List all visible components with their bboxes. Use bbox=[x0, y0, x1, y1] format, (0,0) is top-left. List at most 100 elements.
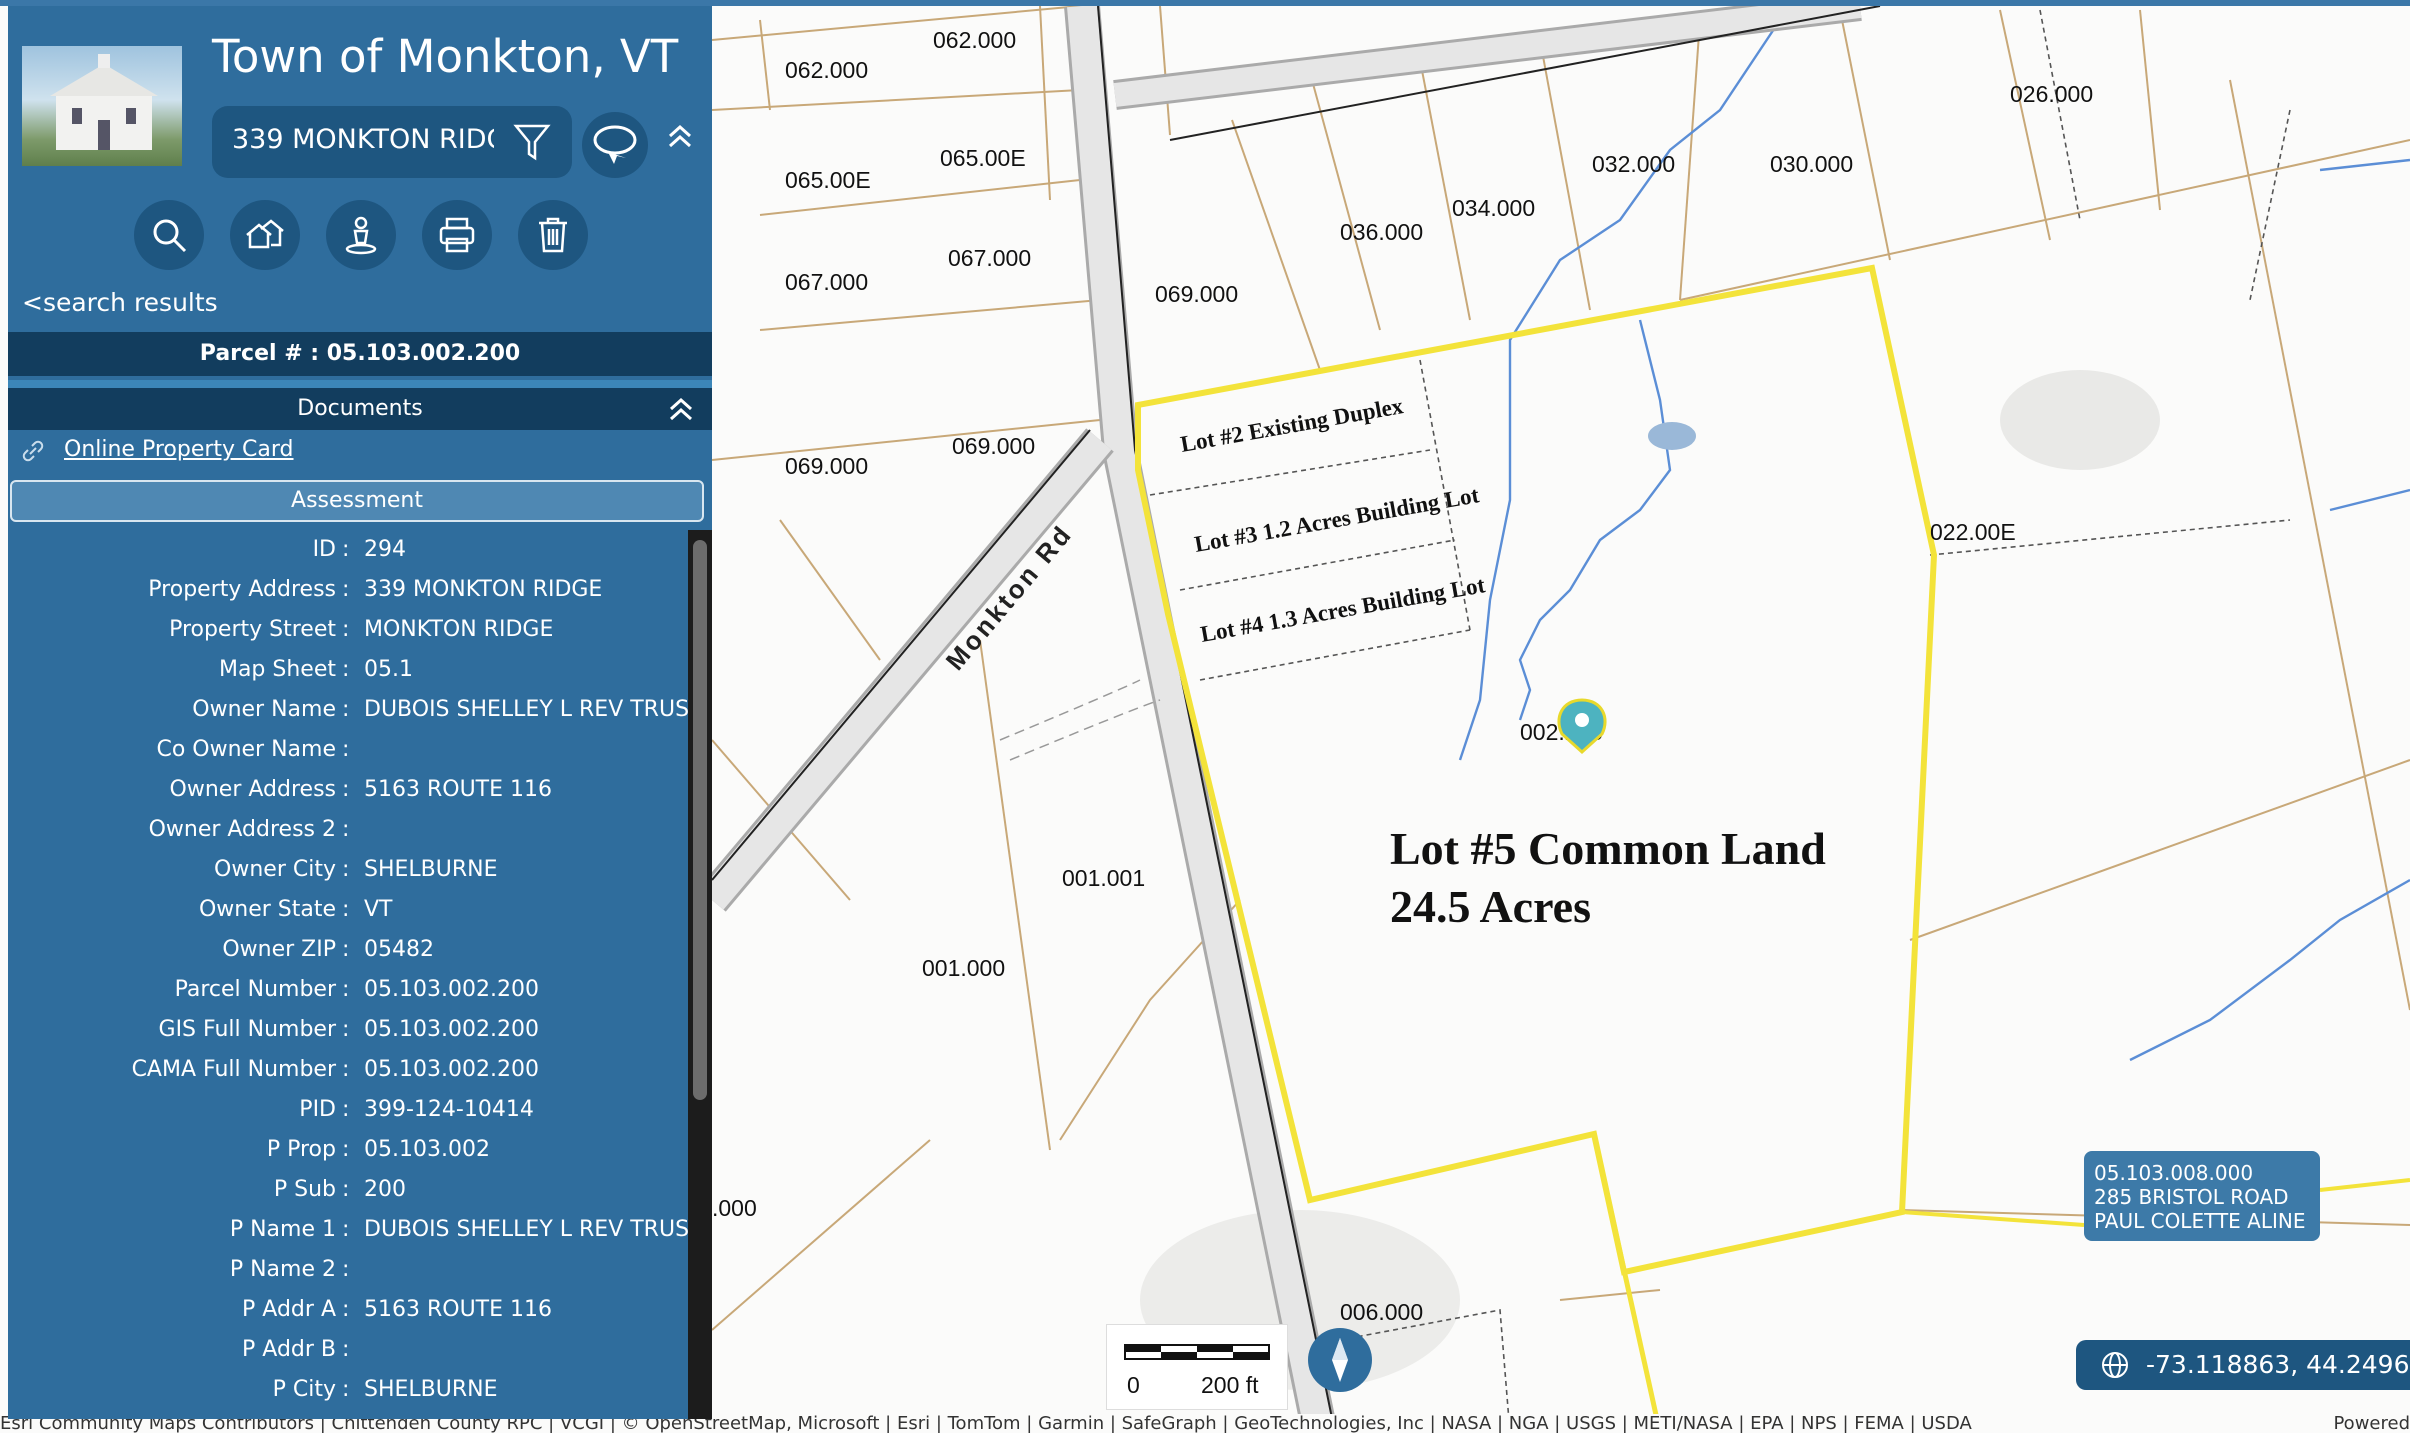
lot-labels: Lot #2 Existing Duplex Lot #3 1.2 Acres … bbox=[1179, 393, 1827, 932]
field-separator: : bbox=[342, 537, 350, 562]
hillshade bbox=[2000, 370, 2160, 470]
parcel-label: 069.000 bbox=[1155, 281, 1238, 307]
parcel-popup[interactable]: 05.103.008.000 285 BRISTOL ROAD PAUL COL… bbox=[2084, 1151, 2320, 1241]
assessment-row: P Addr A:5163 ROUTE 116 bbox=[8, 1290, 688, 1330]
parcel-highlight-line bbox=[2319, 1178, 2410, 1192]
field-separator: : bbox=[342, 1337, 350, 1362]
field-value: 399-124-10414 bbox=[364, 1097, 534, 1122]
field-label: P Addr A bbox=[242, 1297, 336, 1322]
field-label: Owner Address bbox=[169, 777, 336, 802]
lot5-label-line1: Lot #5 Common Land bbox=[1390, 823, 1826, 874]
lot-label: Lot #4 1.3 Acres Building Lot bbox=[1199, 572, 1488, 647]
parcel-label: 022.00E bbox=[1930, 519, 2016, 545]
field-value: 05482 bbox=[364, 937, 434, 962]
search-results-link[interactable]: <search results bbox=[22, 288, 218, 317]
field-value: DUBOIS SHELLEY L REV TRUST bbox=[364, 697, 703, 722]
coordinate-text: -73.118863, 44.249658 bbox=[2146, 1350, 2410, 1379]
field-label: P Prop bbox=[266, 1137, 336, 1162]
field-separator: : bbox=[342, 777, 350, 802]
assessment-row: ID:294 bbox=[8, 530, 688, 570]
assessment-row: Owner State: VT bbox=[8, 890, 688, 930]
parcel-label: 069.000 bbox=[785, 453, 868, 479]
field-separator: : bbox=[342, 1057, 350, 1082]
field-value: 200 bbox=[364, 1177, 406, 1202]
parcel-label: 067.000 bbox=[948, 245, 1031, 271]
lasso-icon bbox=[593, 125, 637, 164]
search-box[interactable]: 339 MONKTON RIDGE bbox=[212, 106, 572, 178]
field-value: SHELBURNE bbox=[364, 857, 498, 882]
field-label: CAMA Full Number bbox=[131, 1057, 336, 1082]
field-separator: : bbox=[342, 937, 350, 962]
lasso-select-button[interactable] bbox=[582, 112, 648, 178]
assessment-row: GIS Full Number:05.103.002.200 bbox=[8, 1010, 688, 1050]
assessment-row: Map Sheet:05.1 bbox=[8, 650, 688, 690]
filter-icon[interactable] bbox=[510, 120, 554, 164]
field-separator: : bbox=[342, 1297, 350, 1322]
field-label: Owner Address 2 bbox=[148, 817, 336, 842]
field-value: DUBOIS SHELLEY L REV TRUST bbox=[364, 1217, 703, 1242]
pond bbox=[1648, 422, 1696, 450]
parcel-label: 062.000 bbox=[785, 57, 868, 83]
field-label: Property Address bbox=[148, 577, 336, 602]
divider bbox=[8, 380, 712, 388]
assessment-row: Parcel Number:05.103.002.200 bbox=[8, 970, 688, 1010]
parcel-label: 065.00E bbox=[785, 167, 871, 193]
compass-button[interactable] bbox=[1308, 1328, 1372, 1392]
collapse-documents-icon[interactable] bbox=[668, 396, 694, 422]
field-label: ID bbox=[312, 537, 336, 562]
parcel-label: 065.00E bbox=[940, 145, 1026, 171]
printer-icon bbox=[439, 217, 475, 253]
trash-icon bbox=[539, 217, 567, 253]
property-button[interactable] bbox=[230, 200, 300, 270]
assessment-row: PID:399-124-10414 bbox=[8, 1090, 688, 1130]
powered-by-link[interactable]: Powered bbox=[2322, 1414, 2410, 1433]
field-separator: : bbox=[342, 657, 350, 682]
assessment-header[interactable]: Assessment bbox=[10, 480, 704, 522]
property-sidebar: Town of Monkton, VT 339 MONKTON RIDGE bbox=[8, 6, 712, 1419]
collapse-header-icon[interactable] bbox=[666, 122, 694, 150]
coordinate-readout[interactable]: -73.118863, 44.249658 bbox=[2076, 1340, 2410, 1390]
town-hall-building bbox=[50, 54, 158, 150]
field-separator: : bbox=[342, 697, 350, 722]
field-value: 339 MONKTON RIDGE bbox=[364, 577, 603, 602]
scrollbar[interactable] bbox=[688, 530, 712, 1419]
popup-address: 285 BRISTOL ROAD bbox=[2094, 1185, 2289, 1209]
popup-parcel-number: 05.103.008.000 bbox=[2094, 1161, 2254, 1185]
field-value: 05.103.002.200 bbox=[364, 1017, 539, 1042]
field-value: 294 bbox=[364, 537, 406, 562]
selected-parcel-boundary bbox=[1591, 1133, 1663, 1433]
search-input[interactable]: 339 MONKTON RIDGE bbox=[232, 124, 494, 155]
town-title: Town of Monkton, VT bbox=[212, 30, 679, 83]
assessment-row: Owner City: SHELBURNE bbox=[8, 850, 688, 890]
assessment-row: Owner ZIP:05482 bbox=[8, 930, 688, 970]
lot5-label-line2: 24.5 Acres bbox=[1390, 881, 1591, 932]
search-button[interactable] bbox=[134, 200, 204, 270]
field-separator: : bbox=[342, 1137, 350, 1162]
print-button[interactable] bbox=[422, 200, 492, 270]
person-location-icon bbox=[345, 216, 377, 255]
owner-button[interactable] bbox=[326, 200, 396, 270]
field-separator: : bbox=[342, 897, 350, 922]
field-value: 05.103.002.200 bbox=[364, 1057, 539, 1082]
assessment-row: Owner Address 2: bbox=[8, 810, 688, 850]
field-label: Property Street bbox=[169, 617, 336, 642]
field-label: Owner City bbox=[214, 857, 336, 882]
field-label: Owner Name bbox=[192, 697, 336, 722]
field-separator: : bbox=[342, 1017, 350, 1042]
scrollbar-thumb[interactable] bbox=[693, 540, 707, 1100]
link-icon bbox=[22, 440, 44, 462]
parcel-number-bar: Parcel # : 05.103.002.200 bbox=[8, 332, 712, 376]
field-label: PID bbox=[299, 1097, 336, 1122]
parcel-label: 069.000 bbox=[952, 433, 1035, 459]
field-label: Parcel Number bbox=[174, 977, 336, 1002]
field-separator: : bbox=[342, 577, 350, 602]
online-property-card-link[interactable]: Online Property Card bbox=[64, 437, 294, 462]
documents-header[interactable]: Documents bbox=[8, 388, 712, 430]
field-separator: : bbox=[342, 977, 350, 1002]
clear-button[interactable] bbox=[518, 200, 588, 270]
globe-icon bbox=[2102, 1352, 2128, 1378]
assessment-row: Owner Address:5163 ROUTE 116 bbox=[8, 770, 688, 810]
popup-owner: PAUL COLETTE ALINE bbox=[2094, 1209, 2306, 1233]
field-value: SHELBURNE bbox=[364, 1377, 498, 1402]
scale-zero: 0 bbox=[1127, 1372, 1140, 1398]
